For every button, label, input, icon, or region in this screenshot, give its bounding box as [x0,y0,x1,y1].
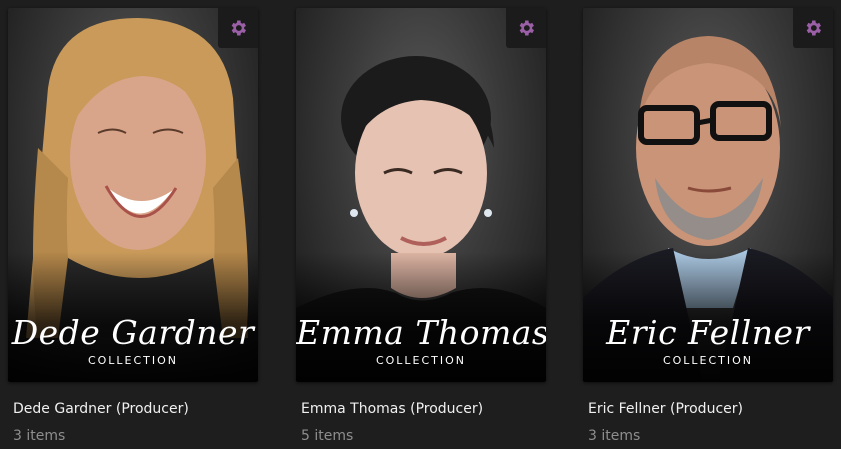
collection-item-count: 3 items [13,428,66,444]
poster-script-name: Emma Thomas [296,313,546,352]
collection-card-emma-thomas[interactable]: Emma Thomas COLLECTION Emma Thomas (Prod… [296,8,546,444]
collection-card-eric-fellner[interactable]: Eric Fellner COLLECTION Eric Fellner (Pr… [583,8,833,444]
poster-script-name: Eric Fellner [606,313,810,352]
collection-grid: Dede Gardner COLLECTION Dede Gardner (Pr… [0,0,841,449]
collection-poster[interactable]: Emma Thomas COLLECTION [296,8,546,382]
settings-button[interactable] [218,8,258,48]
collection-item-count: 3 items [588,428,641,444]
gear-icon [806,20,821,36]
collection-poster[interactable]: Dede Gardner COLLECTION [8,8,258,382]
poster-collection-label: COLLECTION [87,354,179,367]
poster-collection-label: COLLECTION [662,354,754,367]
gear-icon [519,20,534,36]
settings-button[interactable] [506,8,546,48]
gear-icon [231,20,246,36]
settings-button[interactable] [793,8,833,48]
collection-title[interactable]: Emma Thomas (Producer) [301,401,546,417]
collection-poster[interactable]: Eric Fellner COLLECTION [583,8,833,382]
collection-title[interactable]: Dede Gardner (Producer) [13,401,258,417]
collection-item-count: 5 items [301,428,354,444]
poster-collection-label: COLLECTION [375,354,467,367]
poster-script-name: Dede Gardner [11,313,255,352]
collection-title[interactable]: Eric Fellner (Producer) [588,401,833,417]
collection-card-dede-gardner[interactable]: Dede Gardner COLLECTION Dede Gardner (Pr… [8,8,258,444]
